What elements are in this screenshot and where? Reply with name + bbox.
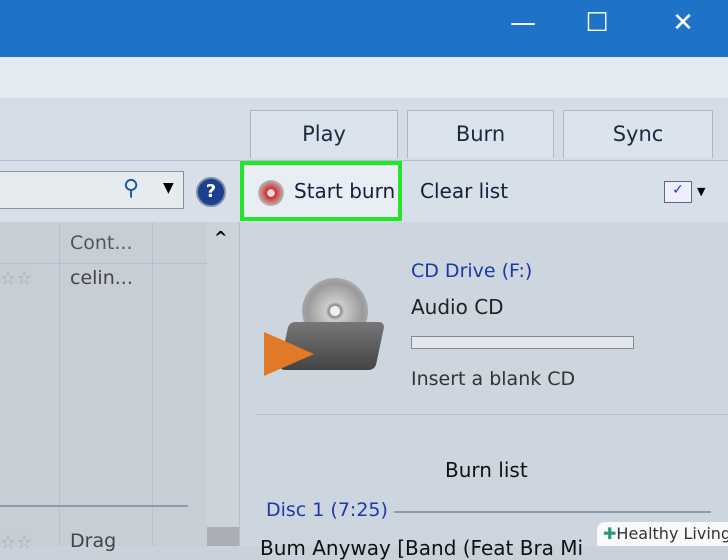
cd-drive-link[interactable]: CD Drive (F:)	[411, 260, 532, 282]
cd-drive-icon	[264, 272, 386, 382]
list-options-icon[interactable]: ✓	[664, 181, 692, 203]
contributor-cell[interactable]: Drag	[70, 530, 116, 552]
scroll-up-icon[interactable]: ^	[214, 228, 227, 247]
tab-strip: Play Burn Sync	[0, 98, 728, 160]
toolbar: ⚲ ▼ ? Start burn Clear list ✓ ▼	[0, 160, 728, 222]
help-icon[interactable]: ?	[196, 177, 226, 207]
list-options-dropdown-icon[interactable]: ▼	[697, 185, 705, 198]
library-pane: Cont... ☆☆ celin... ☆☆ Drag	[0, 222, 207, 553]
column-header-contributor[interactable]: Cont...	[70, 232, 133, 254]
tab-sync[interactable]: Sync	[563, 110, 713, 158]
search-dropdown-icon[interactable]: ▼	[163, 180, 174, 196]
burn-list-title: Burn list	[445, 458, 528, 482]
burn-progress-bar	[411, 336, 634, 349]
burn-pane: CD Drive (F:) Audio CD Insert a blank CD…	[239, 222, 728, 560]
maximize-button[interactable]: ☐	[572, 8, 622, 38]
title-bar: — ☐ ✕	[0, 0, 728, 57]
tab-burn[interactable]: Burn	[407, 110, 554, 158]
start-burn-label: Start burn	[294, 179, 396, 203]
search-icon[interactable]: ⚲	[123, 176, 139, 201]
rating-stars[interactable]: ☆☆	[0, 268, 32, 289]
contributor-cell[interactable]: celin...	[70, 267, 133, 289]
search-input[interactable]: ⚲ ▼	[0, 171, 184, 209]
track-item[interactable]: Bum Anyway [Band (Feat Bra Mi	[260, 536, 583, 560]
close-button[interactable]: ✕	[658, 8, 708, 38]
rating-stars[interactable]: ☆☆	[0, 532, 32, 553]
menu-bar	[0, 57, 728, 98]
watermark: ✚Healthy Living	[597, 522, 728, 546]
scrollbar[interactable]: ^	[207, 222, 239, 546]
status-text: Insert a blank CD	[411, 368, 576, 390]
minimize-button[interactable]: —	[498, 8, 548, 38]
clear-list-button[interactable]: Clear list	[420, 179, 508, 203]
disc-label: Disc 1 (7:25)	[266, 499, 388, 521]
start-burn-button[interactable]: Start burn	[240, 161, 402, 221]
scroll-thumb[interactable]	[207, 527, 239, 546]
burn-disc-icon	[258, 180, 284, 206]
disc-type: Audio CD	[411, 295, 504, 319]
tab-play[interactable]: Play	[250, 110, 398, 158]
